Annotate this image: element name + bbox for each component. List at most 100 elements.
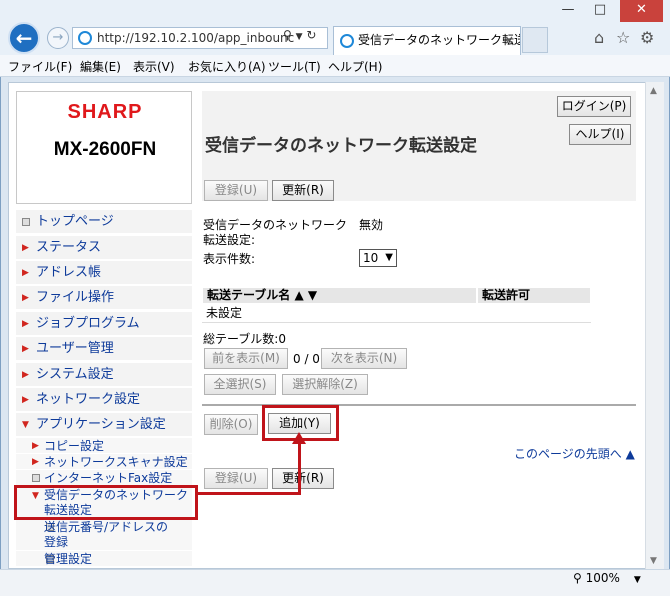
tab-title: 受信データのネットワーク転送... [358,33,521,47]
triangle-right-icon: ▶ [32,441,39,451]
address-tools: ⚲ ▼ ↻ [283,28,316,42]
page-top-link[interactable]: このページの先頭へ ▲ [514,445,635,462]
menu-favorites[interactable]: お気に入り(A) [188,58,266,75]
page-icon [22,218,30,226]
table-row: 未設定 [202,304,591,323]
gear-icon[interactable]: ⚙ [640,28,654,47]
deselect-all-button[interactable]: 選択解除(Z) [282,374,368,395]
sidebar-item-label: ネットワーク設定 [36,392,141,407]
triangle-right-icon: ▶ [22,268,29,278]
sidebar-item-system-settings[interactable]: ▶ システム設定 [16,363,192,387]
sidebar-item-user-management[interactable]: ▶ ユーザー管理 [16,337,192,361]
sidebar-item-label: ステータス [36,240,102,255]
count-select[interactable]: 10 ▼ [359,249,397,267]
sidebar-highlight [14,485,198,520]
table-header-permit: 転送許可 [477,287,591,304]
menu-file[interactable]: ファイル(F) [8,58,72,75]
tab-close-icon[interactable]: × [504,27,514,53]
annotation-arrow-line [298,441,301,495]
browser-tab[interactable]: 受信データのネットワーク転送... × [333,26,521,55]
model-name: MX-2600FN [53,139,157,160]
menu-edit[interactable]: 編集(E) [80,58,121,75]
page-title: 受信データのネットワーク転送設定 [205,136,477,156]
sidebar-item-label: ファイル操作 [36,290,115,305]
sidebar-item-label: コピー設定 [44,439,105,453]
close-window-button[interactable]: ✕ [620,0,663,22]
sidebar-item-top[interactable]: トップページ [16,210,192,234]
sidebar-item-label: 管理設定 [44,552,93,566]
menu-help[interactable]: ヘルプ(H) [328,58,382,75]
brand-panel: SHARP MX-2600FN [16,91,192,204]
sidebar-item-internet-fax[interactable]: インターネットFax設定 [16,470,192,486]
menu-bar: ファイル(F) 編集(E) 表示(V) お気に入り(A) ツール(T) ヘルプ(… [0,55,670,77]
new-tab-button[interactable] [522,27,548,53]
maximize-button[interactable]: □ [585,0,615,22]
forward-setting-label-line2: 転送設定: [203,233,256,247]
register-button-bottom[interactable]: 登録(U) [204,468,268,489]
prev-page-button[interactable]: 前を表示(M) [204,348,288,369]
refresh-button-bottom[interactable]: 更新(R) [272,468,334,489]
sidebar-item-sender-registration[interactable]: 送信元番号/アドレスの 登録 [16,519,192,551]
next-page-button[interactable]: 次を表示(N) [321,348,407,369]
status-bar [0,569,670,596]
triangle-right-icon: ▶ [22,370,29,380]
login-button[interactable]: ログイン(P) [557,96,631,117]
sidebar-item-network-scanner[interactable]: ▶ ネットワークスキャナ設定 [16,454,192,470]
triangle-right-icon: ▶ [22,344,29,354]
scroll-down-icon[interactable]: ▼ [650,556,657,566]
delete-button[interactable]: 削除(O) [204,414,258,435]
arrow-left-icon: ← [15,26,33,50]
sidebar-item-label: ジョブプログラム [36,316,140,331]
sidebar-item-address-book[interactable]: ▶ アドレス帳 [16,261,192,285]
sidebar-item-label: システム設定 [36,367,114,382]
sidebar-item-status[interactable]: ▶ ステータス [16,236,192,260]
home-icon[interactable]: ⌂ [594,28,604,47]
forward-button[interactable]: → [47,27,69,49]
sidebar-item-application-settings[interactable]: ▼ アプリケーション設定 [16,413,192,437]
register-button[interactable]: 登録(U) [204,180,268,201]
chevron-down-icon: ▼ [633,575,641,585]
forward-setting-value: 無効 [359,218,384,232]
vertical-scrollbar[interactable]: ▲ ▼ [645,82,664,569]
table-header-name[interactable]: 転送テーブル名 ▲ ▼ [202,287,477,304]
sidebar-item-label: アドレス帳 [36,265,102,280]
page-icon [32,474,40,482]
refresh-icon[interactable]: ↻ [306,28,316,42]
sidebar-item-network-settings[interactable]: ▶ ネットワーク設定 [16,388,192,412]
help-button[interactable]: ヘルプ(I) [569,124,631,145]
sidebar-item-admin-settings[interactable]: 管理設定 [16,551,192,567]
total-tables: 総テーブル数:0 [203,332,286,346]
triangle-right-icon: ▶ [22,293,29,303]
select-all-button[interactable]: 全選択(S) [204,374,276,395]
scroll-up-icon[interactable]: ▲ [650,86,657,96]
refresh-button[interactable]: 更新(R) [272,180,334,201]
sidebar-item-file-ops[interactable]: ▶ ファイル操作 [16,286,192,310]
triangle-right-icon: ▶ [22,319,29,329]
sidebar-item-label: ユーザー管理 [36,341,114,356]
arrow-right-icon: → [52,30,64,45]
chevron-down-icon: ▼ [385,252,393,263]
triangle-right-icon: ▶ [22,243,29,253]
sidebar-item-label: トップページ [36,214,114,229]
sidebar-item-label: インターネットFax設定 [44,471,173,485]
sidebar-item-label-line2: 登録 [44,535,69,549]
zoom-control[interactable]: ⚲ 100% ▼ [573,571,641,585]
sidebar-item-copy-settings[interactable]: ▶ コピー設定 [16,438,192,454]
sidebar-item-label: ネットワークスキャナ設定 [44,455,188,469]
sidebar-item-job-program[interactable]: ▶ ジョブプログラム [16,312,192,336]
search-icon[interactable]: ⚲ [283,28,292,42]
menu-view[interactable]: 表示(V) [133,58,175,75]
favorites-star-icon[interactable]: ☆ [616,28,630,47]
back-button[interactable]: ← [8,22,40,54]
sidebar-item-label: アプリケーション設定 [36,417,166,432]
triangle-right-icon: ▶ [22,395,29,405]
annotation-arrow-line [198,492,301,495]
chevron-down-icon[interactable]: ▼ [296,32,303,42]
zoom-level: 100% [585,571,620,585]
menu-tools[interactable]: ツール(T) [268,58,321,75]
arrow-up-icon [292,432,306,444]
minimize-button[interactable]: — [553,0,583,22]
triangle-down-icon: ▼ [22,420,29,430]
count-value: 10 [363,251,379,265]
ie-logo-icon [78,31,92,45]
